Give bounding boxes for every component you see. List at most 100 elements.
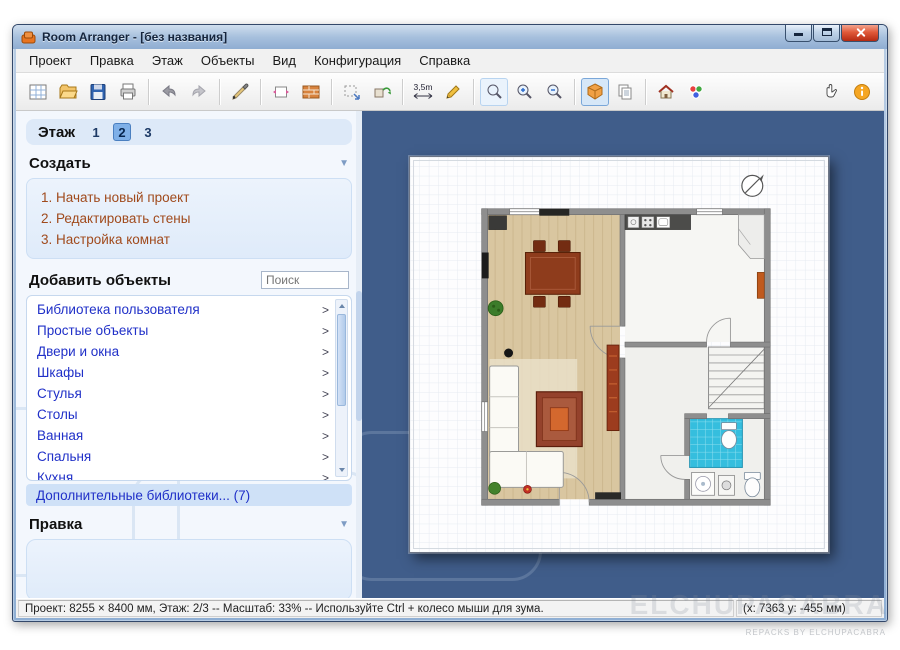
copy-icon[interactable] xyxy=(611,78,639,106)
measure-icon[interactable]: 3,5m xyxy=(409,78,437,106)
zoom-in-icon[interactable] xyxy=(510,78,538,106)
view-3d-icon[interactable] xyxy=(581,77,609,106)
toolbar: 3,5m xyxy=(16,73,884,111)
menu-item-view[interactable]: Вид xyxy=(263,50,305,71)
watermark-small: REPACKS BY ELCHUPACABRA xyxy=(745,628,886,637)
search-input[interactable] xyxy=(261,271,349,289)
object-category-tables[interactable]: Столы > xyxy=(27,404,351,425)
wall-shelf-2[interactable] xyxy=(595,492,621,500)
pencil-icon[interactable] xyxy=(439,78,467,106)
toilet[interactable] xyxy=(721,422,737,449)
chevron-right-icon: > xyxy=(321,407,329,422)
round-object[interactable] xyxy=(504,348,514,358)
app-logo-icon xyxy=(21,30,36,45)
toolbar-separator xyxy=(645,78,646,105)
cursor-coordinates: (x: 7363 y: -455 мм) xyxy=(736,600,882,617)
menu-item-floor[interactable]: Этаж xyxy=(143,50,192,71)
create-section-header: Создать ▼ xyxy=(29,155,349,172)
brick-wall-icon[interactable] xyxy=(297,78,325,106)
plant-2[interactable] xyxy=(488,482,501,495)
titlebar[interactable]: Room Arranger - [без названия] xyxy=(13,25,887,49)
scroll-up-icon[interactable] xyxy=(336,300,347,312)
edit-panel xyxy=(26,539,352,598)
maximize-button[interactable] xyxy=(813,25,840,42)
object-category-simple-objects[interactable]: Простые объекты > xyxy=(27,320,351,341)
object-category-user-library[interactable]: Библиотека пользователя > xyxy=(27,299,351,320)
toilet-2[interactable] xyxy=(743,472,761,498)
sidebar: Этаж 1 2 3 Создать ▼ 1. Начать новый про… xyxy=(16,111,362,598)
menu-item-project[interactable]: Проект xyxy=(20,50,81,71)
colors-icon[interactable] xyxy=(682,78,710,106)
collapse-arrow-icon[interactable]: ▼ xyxy=(339,158,349,169)
edit-section-header: Правка ▼ xyxy=(29,516,349,533)
create-link-room-settings[interactable]: 3. Настройка комнат xyxy=(41,229,337,250)
measure-label: 3,5m xyxy=(413,82,433,92)
window-title: Room Arranger - [без названия] xyxy=(42,30,228,44)
info-icon[interactable] xyxy=(848,78,876,106)
hand-pan-icon[interactable] xyxy=(818,78,846,106)
corner-unit[interactable] xyxy=(488,215,507,230)
chevron-right-icon: > xyxy=(321,386,329,401)
plan-page[interactable] xyxy=(409,156,829,553)
object-category-bathroom[interactable]: Ванная > xyxy=(27,425,351,446)
object-category-doors-windows[interactable]: Двери и окна > xyxy=(27,341,351,362)
object-category-chairs[interactable]: Стулья > xyxy=(27,383,351,404)
redo-icon[interactable] xyxy=(185,78,213,106)
kitchen-counter[interactable] xyxy=(624,214,691,230)
menu-item-configuration[interactable]: Конфигурация xyxy=(305,50,410,71)
sidebar-scrollbar[interactable] xyxy=(356,111,362,598)
fireplace[interactable] xyxy=(535,391,583,448)
collapse-arrow-icon[interactable]: ▼ xyxy=(339,519,349,530)
app-window: Room Arranger - [без названия] Проект Пр… xyxy=(12,24,888,622)
floor-button-1[interactable]: 1 xyxy=(87,123,105,141)
tall-cabinet[interactable] xyxy=(756,272,765,299)
objects-section-title: Добавить объекты xyxy=(29,271,171,289)
plant[interactable] xyxy=(487,300,504,317)
minimize-button[interactable] xyxy=(785,25,812,42)
toolbar-separator xyxy=(473,78,474,105)
scroll-down-icon[interactable] xyxy=(336,464,347,476)
save-icon[interactable] xyxy=(84,78,112,106)
new-drawing-icon[interactable] xyxy=(24,78,52,106)
toolbar-separator xyxy=(402,78,403,105)
more-libraries-link[interactable]: Дополнительные библиотеки... (7) xyxy=(26,484,352,506)
zoom-out-icon[interactable] xyxy=(540,78,568,106)
objects-section-header: Добавить объекты xyxy=(29,271,349,289)
object-category-kitchen[interactable]: Кухня > xyxy=(27,467,351,480)
staircase[interactable] xyxy=(708,346,765,410)
chevron-right-icon: > xyxy=(321,449,329,464)
resize-icon[interactable] xyxy=(338,78,366,106)
print-icon[interactable] xyxy=(114,78,142,106)
create-link-edit-walls[interactable]: 2. Редактировать стены xyxy=(41,208,337,229)
create-link-new-project[interactable]: 1. Начать новый проект xyxy=(41,187,337,208)
close-button[interactable] xyxy=(841,25,879,42)
undo-icon[interactable] xyxy=(155,78,183,106)
toolbar-separator xyxy=(574,78,575,105)
wall-shelf[interactable] xyxy=(539,208,570,216)
room-dimensions-icon[interactable] xyxy=(267,78,295,106)
move-object-icon[interactable] xyxy=(368,78,396,106)
open-folder-icon[interactable] xyxy=(54,78,82,106)
menu-item-objects[interactable]: Объекты xyxy=(192,50,264,71)
zoom-icon[interactable] xyxy=(480,77,508,106)
radiator[interactable] xyxy=(481,252,489,279)
menu-item-help[interactable]: Справка xyxy=(410,50,479,71)
scrollbar-thumb[interactable] xyxy=(337,314,346,406)
status-bar: Проект: 8255 × 8400 мм, Этаж: 2/3 -- Мас… xyxy=(16,598,884,618)
sink[interactable] xyxy=(691,472,715,496)
floor-button-3[interactable]: 3 xyxy=(139,123,157,141)
sidebar-scrollbar-thumb[interactable] xyxy=(356,291,362,421)
house-icon[interactable] xyxy=(652,78,680,106)
object-category-bedroom[interactable]: Спальня > xyxy=(27,446,351,467)
menu-item-edit[interactable]: Правка xyxy=(81,50,143,71)
list-scrollbar[interactable] xyxy=(335,299,348,477)
cabinet[interactable] xyxy=(606,344,620,432)
floor-button-2[interactable]: 2 xyxy=(113,123,131,141)
edit-section-title: Правка xyxy=(29,516,83,533)
toolbar-separator xyxy=(148,78,149,105)
washing-machine[interactable] xyxy=(718,474,735,496)
floor-plan[interactable] xyxy=(410,157,828,552)
brush-icon[interactable] xyxy=(226,78,254,106)
object-category-wardrobes[interactable]: Шкафы > xyxy=(27,362,351,383)
drawing-canvas[interactable] xyxy=(362,111,884,598)
